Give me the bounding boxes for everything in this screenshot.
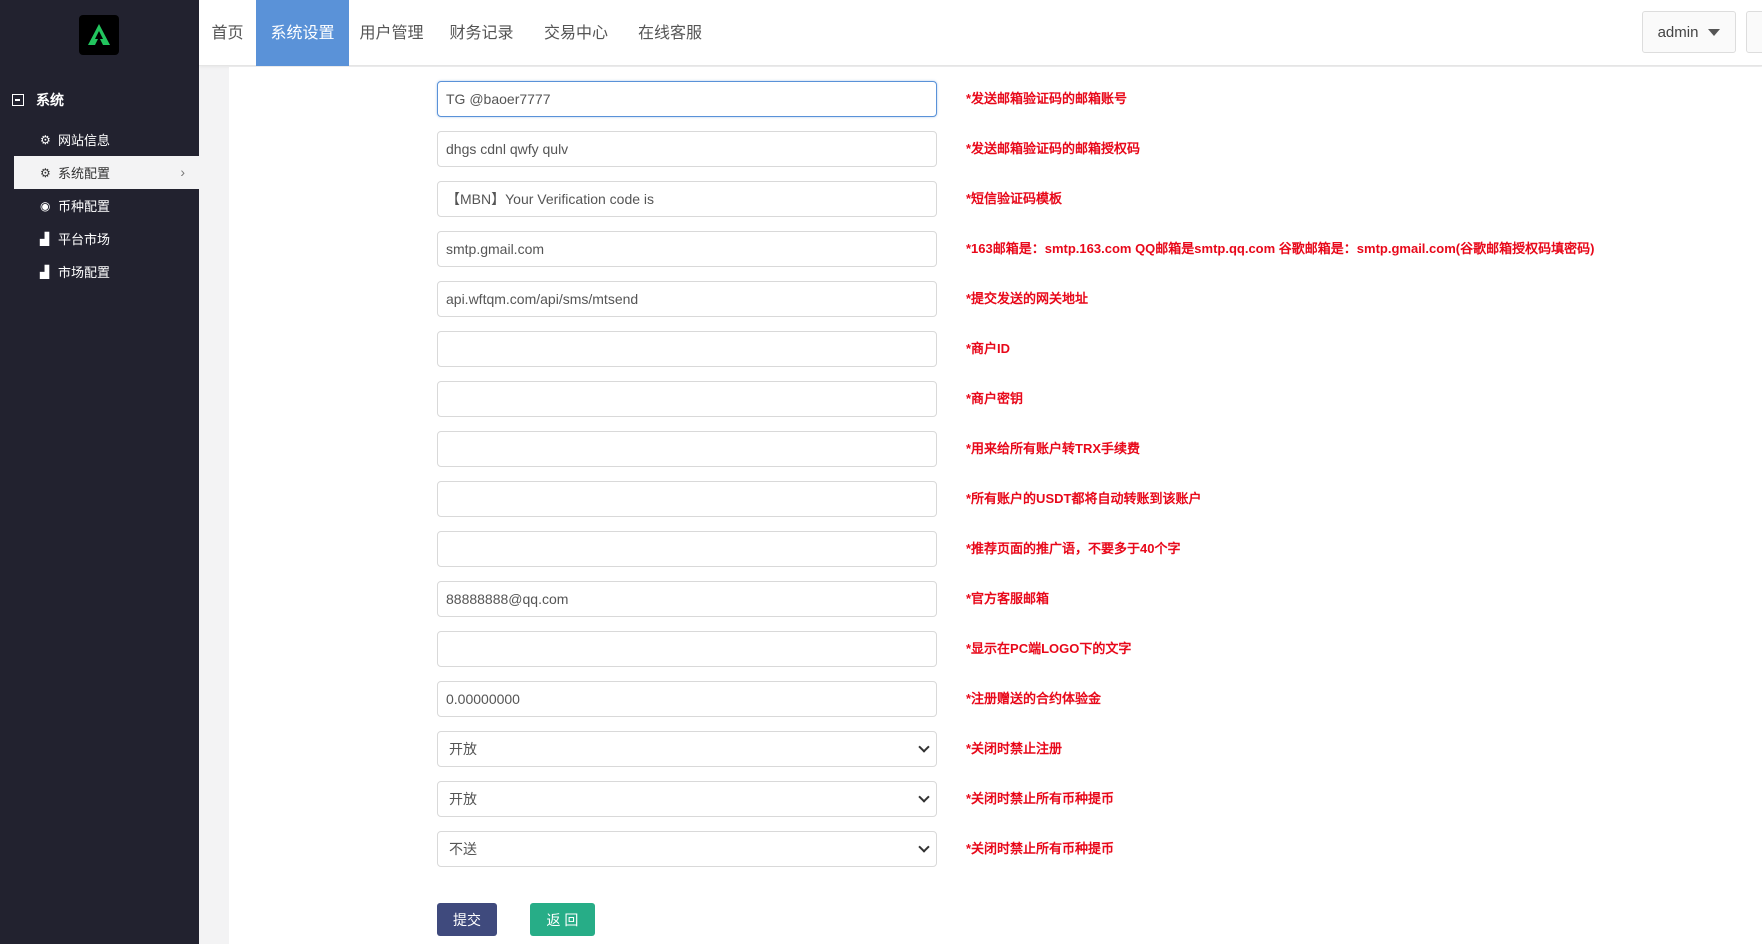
field-hint: *商户密钥 <box>966 391 1024 406</box>
text-field[interactable]: 【MBN】Your Verification code is <box>437 181 937 217</box>
sidebar-item[interactable]: ▟ 平台市场 <box>14 222 199 255</box>
form-row: 注册赠送体验金：0.00000000*注册赠送的合约体验金 <box>229 681 1762 717</box>
submit-button[interactable]: 提交 <box>437 903 497 936</box>
select-field[interactable]: 开放 <box>437 731 937 767</box>
field-hint: *商户ID <box>966 341 1011 356</box>
bar-chart-icon: ▟ <box>40 231 50 246</box>
field-value: 开放 <box>449 791 477 807</box>
field-value: 开放 <box>449 741 477 757</box>
text-field[interactable]: smtp.gmail.com <box>437 231 937 267</box>
sidebar-item-label: 平台市场 <box>58 232 111 247</box>
sidebar-section-system[interactable]: 系统 <box>12 90 64 110</box>
text-field[interactable]: 0.00000000 <box>437 681 937 717</box>
text-field[interactable]: TG @baoer7777 <box>437 81 937 117</box>
username: admin <box>1657 23 1699 41</box>
gear-icon: ⚙ <box>40 132 51 147</box>
form-row: TRX账户私钥：*用来给所有账户转TRX手续费 <box>229 431 1762 467</box>
field-value: 【MBN】Your Verification code is <box>446 191 655 207</box>
field-value: dhgs cdnl qwfy qulv <box>446 141 569 157</box>
form-row: 验证码发送邮箱：TG @baoer7777*发送邮箱验证码的邮箱账号 <box>229 81 1762 117</box>
gear-icon: ⚙ <box>40 165 51 180</box>
text-field[interactable]: dhgs cdnl qwfy qulv <box>437 131 937 167</box>
topbar-extra-button[interactable] <box>1746 11 1762 53</box>
nav-tab[interactable]: 交易中心 <box>529 0 623 66</box>
field-value: 88888888@qq.com <box>446 591 569 607</box>
sidebar-item-label: 网站信息 <box>58 133 111 148</box>
collapse-icon <box>12 94 24 106</box>
app-logo[interactable] <box>79 15 119 55</box>
form-row: 网站注册开关：开放*关闭时禁止注册 <box>229 731 1762 767</box>
field-value: 0.00000000 <box>446 691 520 707</box>
form-row: 提币总开关：开放*关闭时禁止所有币种提币 <box>229 781 1762 817</box>
sidebar-item[interactable]: ⚙ 系统配置 › <box>14 156 199 189</box>
top-nav-bar: 首页 系统设置 用户管理 财务记录 交易中心 在线客服 <box>199 0 1762 66</box>
field-hint: *推荐页面的推广语，不要多于40个字 <box>966 541 1181 556</box>
sidebar-item[interactable]: ▟ 市场配置 <box>14 255 199 288</box>
form-row: USDT接收地址：*所有账户的USDT都将自动转账到该账户 <box>229 481 1762 517</box>
field-value: api.wftqm.com/api/sms/mtsend <box>446 291 639 307</box>
field-hint: *发送邮箱验证码的邮箱账号 <box>966 91 1128 106</box>
logo-icon <box>88 24 110 45</box>
form-row: 推荐页面推广语：*推荐页面的推广语，不要多于40个字 <box>229 531 1762 567</box>
nav-tab[interactable]: 财务记录 <box>434 0 529 66</box>
field-hint: *短信验证码模板 <box>966 191 1063 206</box>
field-hint: *关闭时禁止所有币种提币 <box>966 791 1115 806</box>
form-row: 官方客服邮箱：88888888@qq.com*官方客服邮箱 <box>229 581 1762 617</box>
field-hint: *关闭时禁止注册 <box>966 741 1063 756</box>
sidebar-item-label: 币种配置 <box>58 199 111 214</box>
text-field[interactable] <box>437 631 937 667</box>
text-field[interactable] <box>437 481 937 517</box>
field-hint: *官方客服邮箱 <box>966 591 1050 606</box>
sidebar-section-label: 系统 <box>36 92 64 108</box>
field-hint: *163邮箱是：smtp.163.com QQ邮箱是smtp.qq.com 谷歌… <box>966 241 1595 256</box>
field-value: TG @baoer7777 <box>446 91 551 107</box>
field-hint: *显示在PC端LOGO下的文字 <box>966 641 1132 656</box>
sidebar-item[interactable]: ◉ 币种配置 <box>14 189 199 222</box>
field-hint: *提交发送的网关地址 <box>966 291 1089 306</box>
form-row: 邮箱服务器：smtp.gmail.com*163邮箱是：smtp.163.com… <box>229 231 1762 267</box>
back-button[interactable]: 返 回 <box>530 903 595 936</box>
form-row: 短信商户key：*商户密钥 <box>229 381 1762 417</box>
chevron-right-icon: › <box>180 164 185 180</box>
circle-dot-icon: ◉ <box>40 198 51 213</box>
chevron-down-icon <box>918 741 930 753</box>
text-field[interactable] <box>437 531 937 567</box>
sidebar-item[interactable]: ⚙ 网站信息 <box>14 123 199 156</box>
form-row: 短信商户ID：*商户ID <box>229 331 1762 367</box>
field-hint: *所有账户的USDT都将自动转账到该账户 <box>966 491 1202 506</box>
field-value: 不送 <box>449 841 477 857</box>
settings-form-panel: 验证码发送邮箱：TG @baoer7777*发送邮箱验证码的邮箱账号邮箱授权码：… <box>229 67 1762 944</box>
sidebar-item-label: 系统配置 <box>58 166 111 181</box>
bar-chart-icon: ▟ <box>40 264 50 279</box>
nav-tab[interactable]: 系统设置 <box>256 0 349 66</box>
text-field[interactable]: api.wftqm.com/api/sms/mtsend <box>437 281 937 317</box>
nav-tab[interactable]: 用户管理 <box>349 0 434 66</box>
chevron-down-icon <box>918 841 930 853</box>
field-hint: *关闭时禁止所有币种提币 <box>966 841 1115 856</box>
text-field[interactable] <box>437 331 937 367</box>
form-row: 邮箱授权码：dhgs cdnl qwfy qulv*发送邮箱验证码的邮箱授权码 <box>229 131 1762 167</box>
select-field[interactable]: 开放 <box>437 781 937 817</box>
nav-tab[interactable]: 在线客服 <box>623 0 717 66</box>
sidebar-item-label: 市场配置 <box>58 265 111 280</box>
form-row: 验证码模板：【MBN】Your Verification code is*短信验… <box>229 181 1762 217</box>
field-value: smtp.gmail.com <box>446 241 545 257</box>
caret-down-icon <box>1708 28 1721 36</box>
text-field[interactable] <box>437 431 937 467</box>
form-row: PC端下方文字：*显示在PC端LOGO下的文字 <box>229 631 1762 667</box>
nav-tab[interactable]: 首页 <box>199 0 256 66</box>
chevron-down-icon <box>918 791 930 803</box>
select-field[interactable]: 不送 <box>437 831 937 867</box>
form-row: 邮箱服务器：api.wftqm.com/api/sms/mtsend*提交发送的… <box>229 281 1762 317</box>
text-field[interactable] <box>437 381 937 417</box>
user-menu-button[interactable]: admin <box>1642 11 1736 53</box>
sidebar: 系统 ⚙ 网站信息 ⚙ 系统配置 › ◉ 币种配置 ▟ 平台市场 ▟ 市场配置 <box>0 0 199 944</box>
field-hint: *用来给所有账户转TRX手续费 <box>966 441 1141 456</box>
field-hint: *注册赠送的合约体验金 <box>966 691 1102 706</box>
field-hint: *发送邮箱验证码的邮箱授权码 <box>966 141 1141 156</box>
text-field[interactable]: 88888888@qq.com <box>437 581 937 617</box>
form-row: 注册是否赠送体验矿机：不送*关闭时禁止所有币种提币 <box>229 831 1762 867</box>
